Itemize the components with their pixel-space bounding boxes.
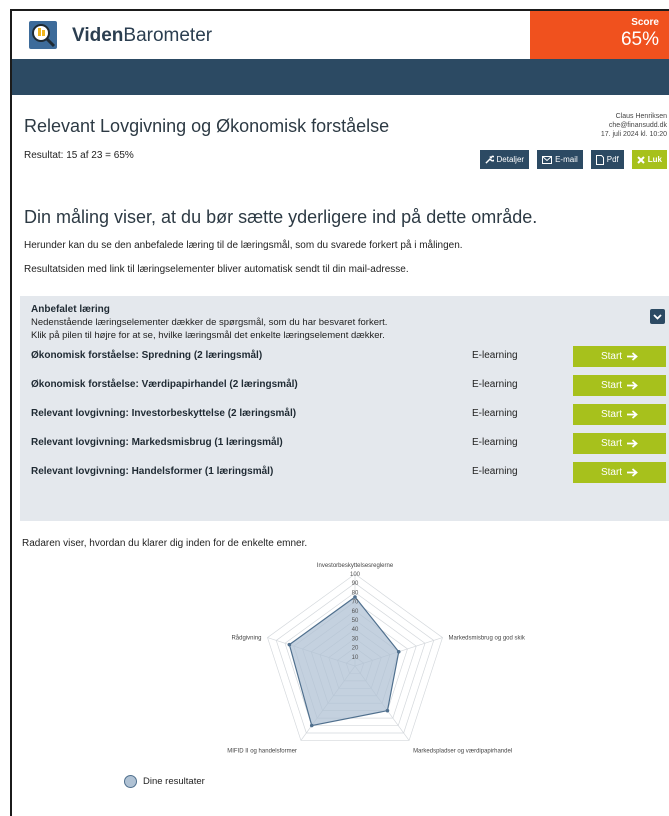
header: VidenBarometer Score 65% bbox=[12, 11, 669, 59]
email-button[interactable]: E-mail bbox=[537, 150, 583, 169]
radar-tick-label: 60 bbox=[352, 609, 359, 615]
radar-axis-label: MIFID II og handelsformer bbox=[227, 748, 297, 754]
chevron-down-icon bbox=[653, 313, 662, 320]
learning-title: Relevant lovgivning: Markedsmisbrug (1 l… bbox=[31, 437, 283, 448]
learning-row: Økonomisk forståelse: Spredning (2 lærin… bbox=[31, 346, 669, 367]
recommended-description-2: Klik på pilen til højre for at se, hvilk… bbox=[31, 330, 385, 341]
info-text-1: Herunder kan du se den anbefalede læring… bbox=[24, 240, 463, 251]
radar-data-point bbox=[287, 642, 292, 647]
start-button[interactable]: Start bbox=[573, 346, 666, 367]
arrow-right-icon bbox=[627, 381, 638, 390]
result-headline: Din måling viser, at du bør sætte yderli… bbox=[24, 207, 538, 227]
radar-tick-label: 10 bbox=[352, 655, 359, 661]
radar-tick-label: 70 bbox=[352, 600, 359, 606]
brand-name[interactable]: VidenBarometer bbox=[72, 25, 212, 47]
pdf-file-icon bbox=[595, 154, 604, 165]
radar-chart: 10 20 30 40 50 60 70 80 90 100 Investorbeskyttelse… bbox=[227, 563, 526, 754]
recommended-description-1: Nedenstående læringselementer dækker de … bbox=[31, 317, 388, 328]
radar-caption: Radaren viser, hvordan du klarer dig ind… bbox=[22, 538, 308, 549]
start-label: Start bbox=[600, 380, 623, 391]
page-title: Relevant Lovgivning og Økonomisk forståe… bbox=[24, 116, 390, 136]
email-label: E-mail bbox=[555, 155, 578, 164]
learning-type: E-learning bbox=[472, 408, 518, 419]
close-label: Luk bbox=[647, 155, 662, 164]
radar-data-point bbox=[309, 723, 314, 728]
collapse-toggle-button[interactable] bbox=[650, 309, 665, 324]
learning-type: E-learning bbox=[472, 350, 518, 361]
user-date: 17. juli 2024 kl. 10:20 bbox=[600, 131, 667, 138]
learning-title: Relevant lovgivning: Investorbeskyttelse… bbox=[31, 408, 297, 419]
radar-tick-label: 100 bbox=[350, 572, 361, 578]
start-label: Start bbox=[600, 351, 623, 362]
learning-type: E-learning bbox=[472, 437, 518, 448]
radar-tick-label: 90 bbox=[352, 581, 359, 587]
details-button[interactable]: Detaljer bbox=[479, 150, 530, 169]
arrow-right-icon bbox=[627, 468, 638, 477]
start-label: Start bbox=[600, 467, 623, 478]
radar-data-point bbox=[396, 649, 401, 654]
details-label: Detaljer bbox=[496, 155, 525, 164]
brand-light: Barometer bbox=[123, 25, 213, 46]
radar-axis-label: Rådgivning bbox=[231, 635, 261, 642]
user-info: Claus Henriksen che@finansudd.dk 17. jul… bbox=[601, 112, 667, 139]
info-text-2: Resultatsiden med link til læringselemen… bbox=[24, 264, 409, 275]
radar-axis-label: Investorbeskyttelsesreglerne bbox=[317, 563, 394, 569]
magnifier-logo-icon bbox=[29, 21, 57, 49]
wrench-icon bbox=[484, 155, 494, 164]
learning-row: Relevant lovgivning: Markedsmisbrug (1 l… bbox=[31, 433, 669, 454]
recommended-title: Anbefalet læring bbox=[31, 304, 110, 315]
arrow-right-icon bbox=[627, 352, 638, 361]
arrow-right-icon bbox=[627, 410, 638, 419]
learning-title: Økonomisk forståelse: Spredning (2 lærin… bbox=[31, 350, 263, 361]
chart-legend[interactable]: Dine resultater bbox=[124, 775, 205, 788]
radar-tick-label: 20 bbox=[352, 646, 359, 652]
radar-axis-label: Markedsmisbrug og god skik bbox=[448, 636, 525, 642]
legend-label: Dine resultater bbox=[143, 776, 205, 787]
result-summary: Resultat: 15 af 23 = 65% bbox=[24, 150, 134, 161]
learning-row: Relevant lovgivning: Investorbeskyttelse… bbox=[31, 404, 669, 425]
start-label: Start bbox=[600, 409, 623, 420]
score-box: Score 65% bbox=[530, 11, 669, 59]
start-button[interactable]: Start bbox=[573, 462, 666, 483]
arrow-right-icon bbox=[627, 439, 638, 448]
envelope-icon bbox=[542, 155, 553, 164]
user-name: Claus Henriksen bbox=[615, 113, 667, 120]
legend-swatch bbox=[124, 775, 137, 788]
close-button[interactable]: Luk bbox=[631, 150, 667, 169]
learning-title: Økonomisk forståelse: Værdipapirhandel (… bbox=[31, 379, 298, 390]
radar-axis-label: Markedspladser og værdipapirhandel bbox=[413, 748, 512, 754]
learning-type: E-learning bbox=[472, 379, 518, 390]
close-icon bbox=[637, 155, 645, 164]
start-button[interactable]: Start bbox=[573, 375, 666, 396]
score-label: Score bbox=[631, 17, 659, 28]
radar-data-point bbox=[385, 708, 390, 713]
radar-tick-label: 80 bbox=[352, 590, 359, 596]
start-button[interactable]: Start bbox=[573, 404, 666, 425]
action-buttons: Detaljer E-mail Pdf Luk bbox=[479, 150, 667, 169]
start-label: Start bbox=[600, 438, 623, 449]
pdf-button[interactable]: Pdf bbox=[590, 150, 624, 169]
app-window: VidenBarometer Score 65% Relevant Lovgiv… bbox=[10, 9, 669, 816]
recommended-learning-panel: Anbefalet læring Nedenstående læringsele… bbox=[20, 296, 669, 521]
learning-row: Økonomisk forståelse: Værdipapirhandel (… bbox=[31, 375, 669, 396]
start-button[interactable]: Start bbox=[573, 433, 666, 454]
radar-tick-label: 40 bbox=[352, 627, 359, 633]
learning-type: E-learning bbox=[472, 466, 518, 477]
pdf-label: Pdf bbox=[606, 155, 619, 164]
learning-row: Relevant lovgivning: Handelsformer (1 læ… bbox=[31, 462, 669, 483]
radar-tick-label: 30 bbox=[352, 636, 359, 642]
learning-title: Relevant lovgivning: Handelsformer (1 læ… bbox=[31, 466, 274, 477]
nav-bar bbox=[12, 59, 669, 95]
radar-tick-label: 50 bbox=[352, 618, 359, 624]
brand-bold: Viden bbox=[72, 25, 124, 46]
user-email: che@finansudd.dk bbox=[608, 122, 667, 129]
score-value: 65% bbox=[620, 29, 659, 50]
